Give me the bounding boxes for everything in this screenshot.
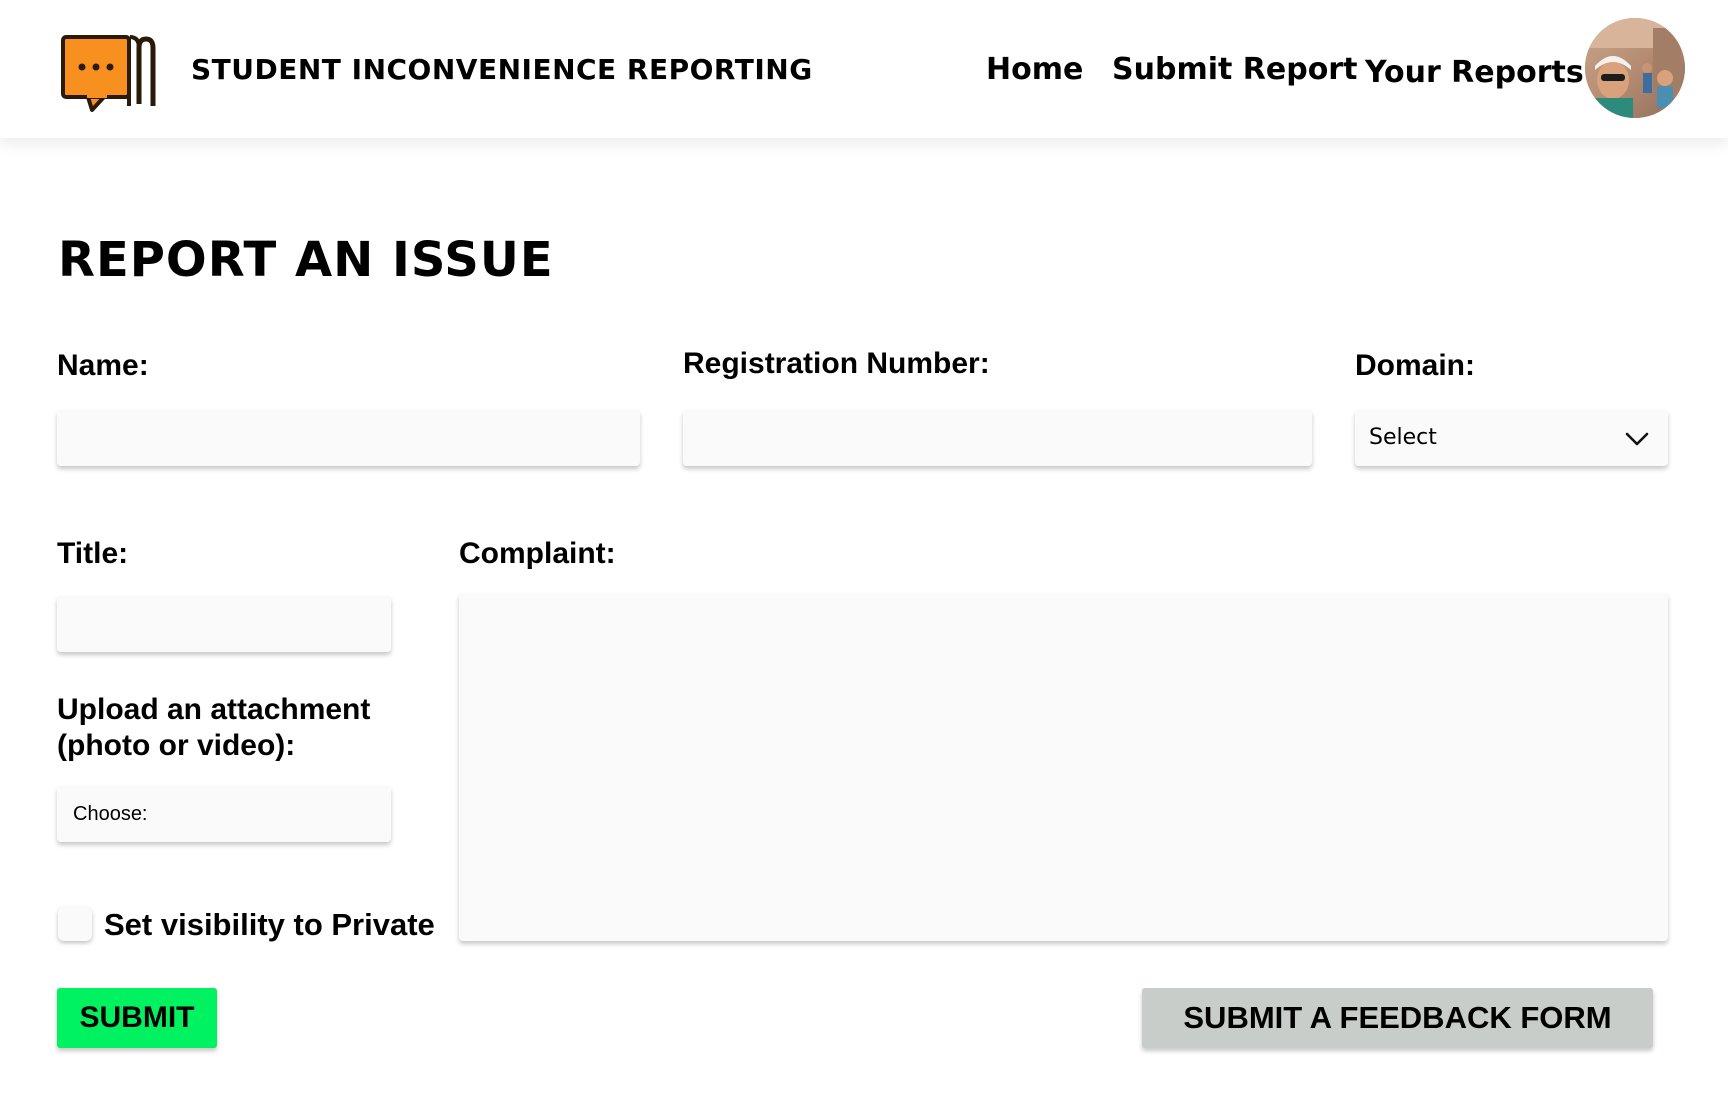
brand-title: STUDENT INCONVENIENCE REPORTING: [191, 53, 813, 86]
title-label: Title:: [57, 537, 129, 570]
complaint-textarea[interactable]: [459, 593, 1668, 941]
page-title: REPORT AN ISSUE: [58, 232, 554, 288]
submit-feedback-form-button[interactable]: SUBMIT A FEEDBACK FORM: [1142, 988, 1653, 1048]
private-visibility-checkbox[interactable]: [58, 907, 92, 941]
registration-number-label: Registration Number:: [683, 347, 990, 380]
file-upload-input[interactable]: Choose:: [57, 786, 391, 842]
domain-label: Domain:: [1355, 349, 1475, 382]
top-navbar: STUDENT INCONVENIENCE REPORTING Home Sub…: [0, 0, 1728, 138]
name-input[interactable]: [57, 410, 640, 466]
upload-attachment-label: Upload an attachment (photo or video):: [57, 693, 371, 762]
file-choose-text: Choose:: [73, 803, 148, 825]
user-avatar[interactable]: [1585, 18, 1685, 118]
title-input[interactable]: [57, 596, 391, 652]
submit-button[interactable]: SUBMIT: [57, 988, 217, 1048]
chevron-down-icon: [1624, 426, 1650, 452]
nav-submit-report-link[interactable]: Submit Report: [1112, 50, 1357, 90]
private-visibility-label[interactable]: Set visibility to Private: [104, 906, 435, 944]
domain-selected-value: Select: [1369, 425, 1437, 450]
complaint-label: Complaint:: [459, 537, 616, 570]
nav-your-reports-link[interactable]: Your Reports: [1365, 53, 1584, 93]
nav-home-link[interactable]: Home: [986, 50, 1083, 90]
name-label: Name:: [57, 349, 149, 382]
speech-bubble-book-icon[interactable]: [60, 34, 162, 114]
domain-select[interactable]: Select: [1355, 410, 1668, 466]
registration-number-input[interactable]: [683, 410, 1312, 466]
